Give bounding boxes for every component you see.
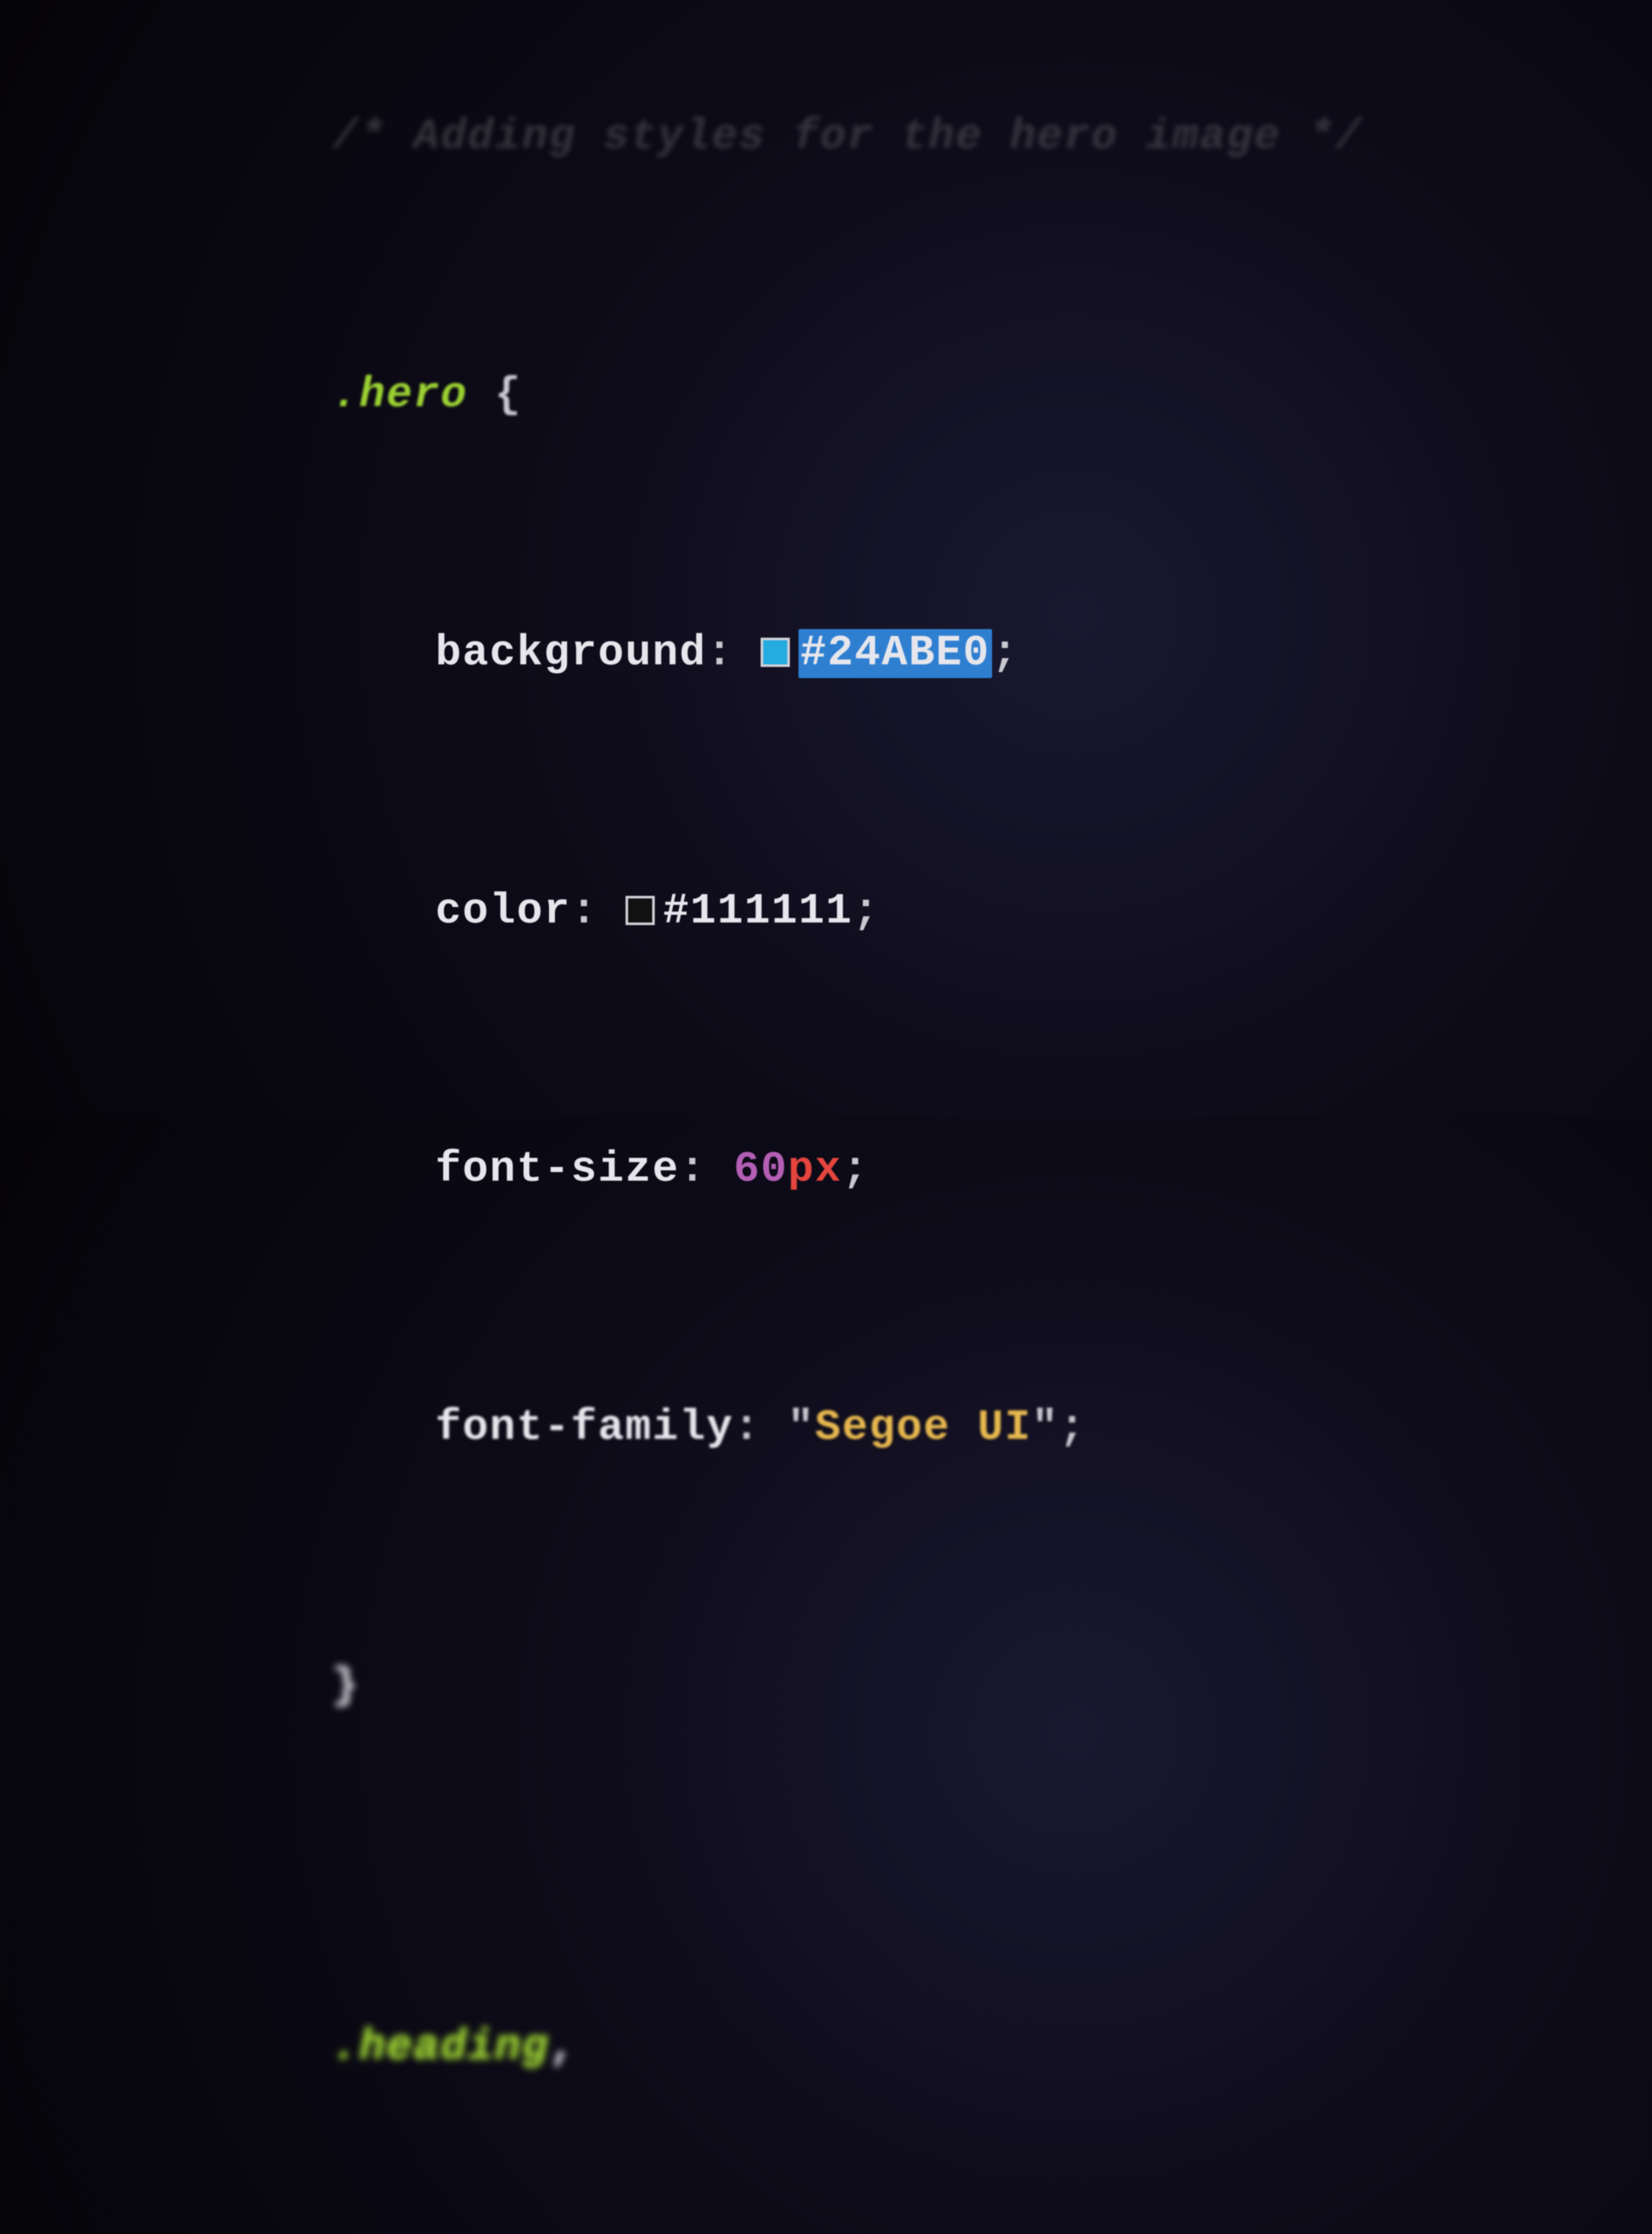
colon: :: [680, 1145, 707, 1194]
code-line-close-brace: }: [224, 1558, 1600, 1816]
open-brace: {: [495, 371, 522, 420]
prop-fontfamily: font-family: [435, 1404, 734, 1453]
color-swatch-icon: [761, 638, 790, 667]
colon: :: [734, 1404, 761, 1453]
code-line-selector-hero: .hero {: [224, 267, 1600, 525]
prop-color: color: [435, 887, 571, 936]
css-comment: /* Adding styles for the hero image */: [332, 113, 1362, 162]
colon: :: [571, 887, 599, 936]
num-fontsize: 60: [734, 1145, 788, 1194]
code-line-fontsize: font-size: 60px;: [224, 1041, 1600, 1299]
semicolon: ;: [992, 629, 1020, 678]
selector-heading: .heading: [332, 2023, 549, 2072]
code-line-comment: /* Adding styles for the hero image */: [224, 9, 1600, 267]
string-segoe: Segoe UI: [815, 1404, 1032, 1453]
code-line-selector-heading: .heading,: [224, 1919, 1600, 2177]
close-brace: }: [332, 1662, 360, 1711]
semicolon: ;: [853, 887, 880, 936]
code-line-fontfamily: font-family: "Segoe UI";: [224, 1299, 1600, 1558]
semicolon: ;: [1059, 1404, 1087, 1453]
open-brace: [468, 371, 496, 420]
hex-value-background: #24ABE0: [800, 629, 990, 678]
code-line-color: color: #111111;: [224, 783, 1600, 1041]
prop-background: background: [435, 629, 706, 678]
code-editor[interactable]: /* Adding styles for the hero image */ .…: [224, 0, 1600, 2234]
selector-hero: .hero: [332, 371, 468, 420]
semicolon: ;: [842, 1145, 870, 1194]
comma: ,: [549, 2023, 576, 2072]
selected-text[interactable]: #24ABE0: [798, 629, 992, 678]
code-line-selector-subheading: .sub-heading {: [224, 2177, 1600, 2234]
color-swatch-icon: [626, 896, 655, 925]
prop-fontsize: font-size: [435, 1145, 680, 1194]
code-line-background: background: #24ABE0;: [224, 525, 1600, 783]
blank-line: [224, 1816, 1600, 1919]
unit-px: px: [788, 1145, 842, 1194]
quote: ": [788, 1404, 816, 1453]
colon: :: [706, 629, 734, 678]
quote: ": [1032, 1404, 1059, 1453]
hex-value-color: #111111: [663, 887, 854, 936]
